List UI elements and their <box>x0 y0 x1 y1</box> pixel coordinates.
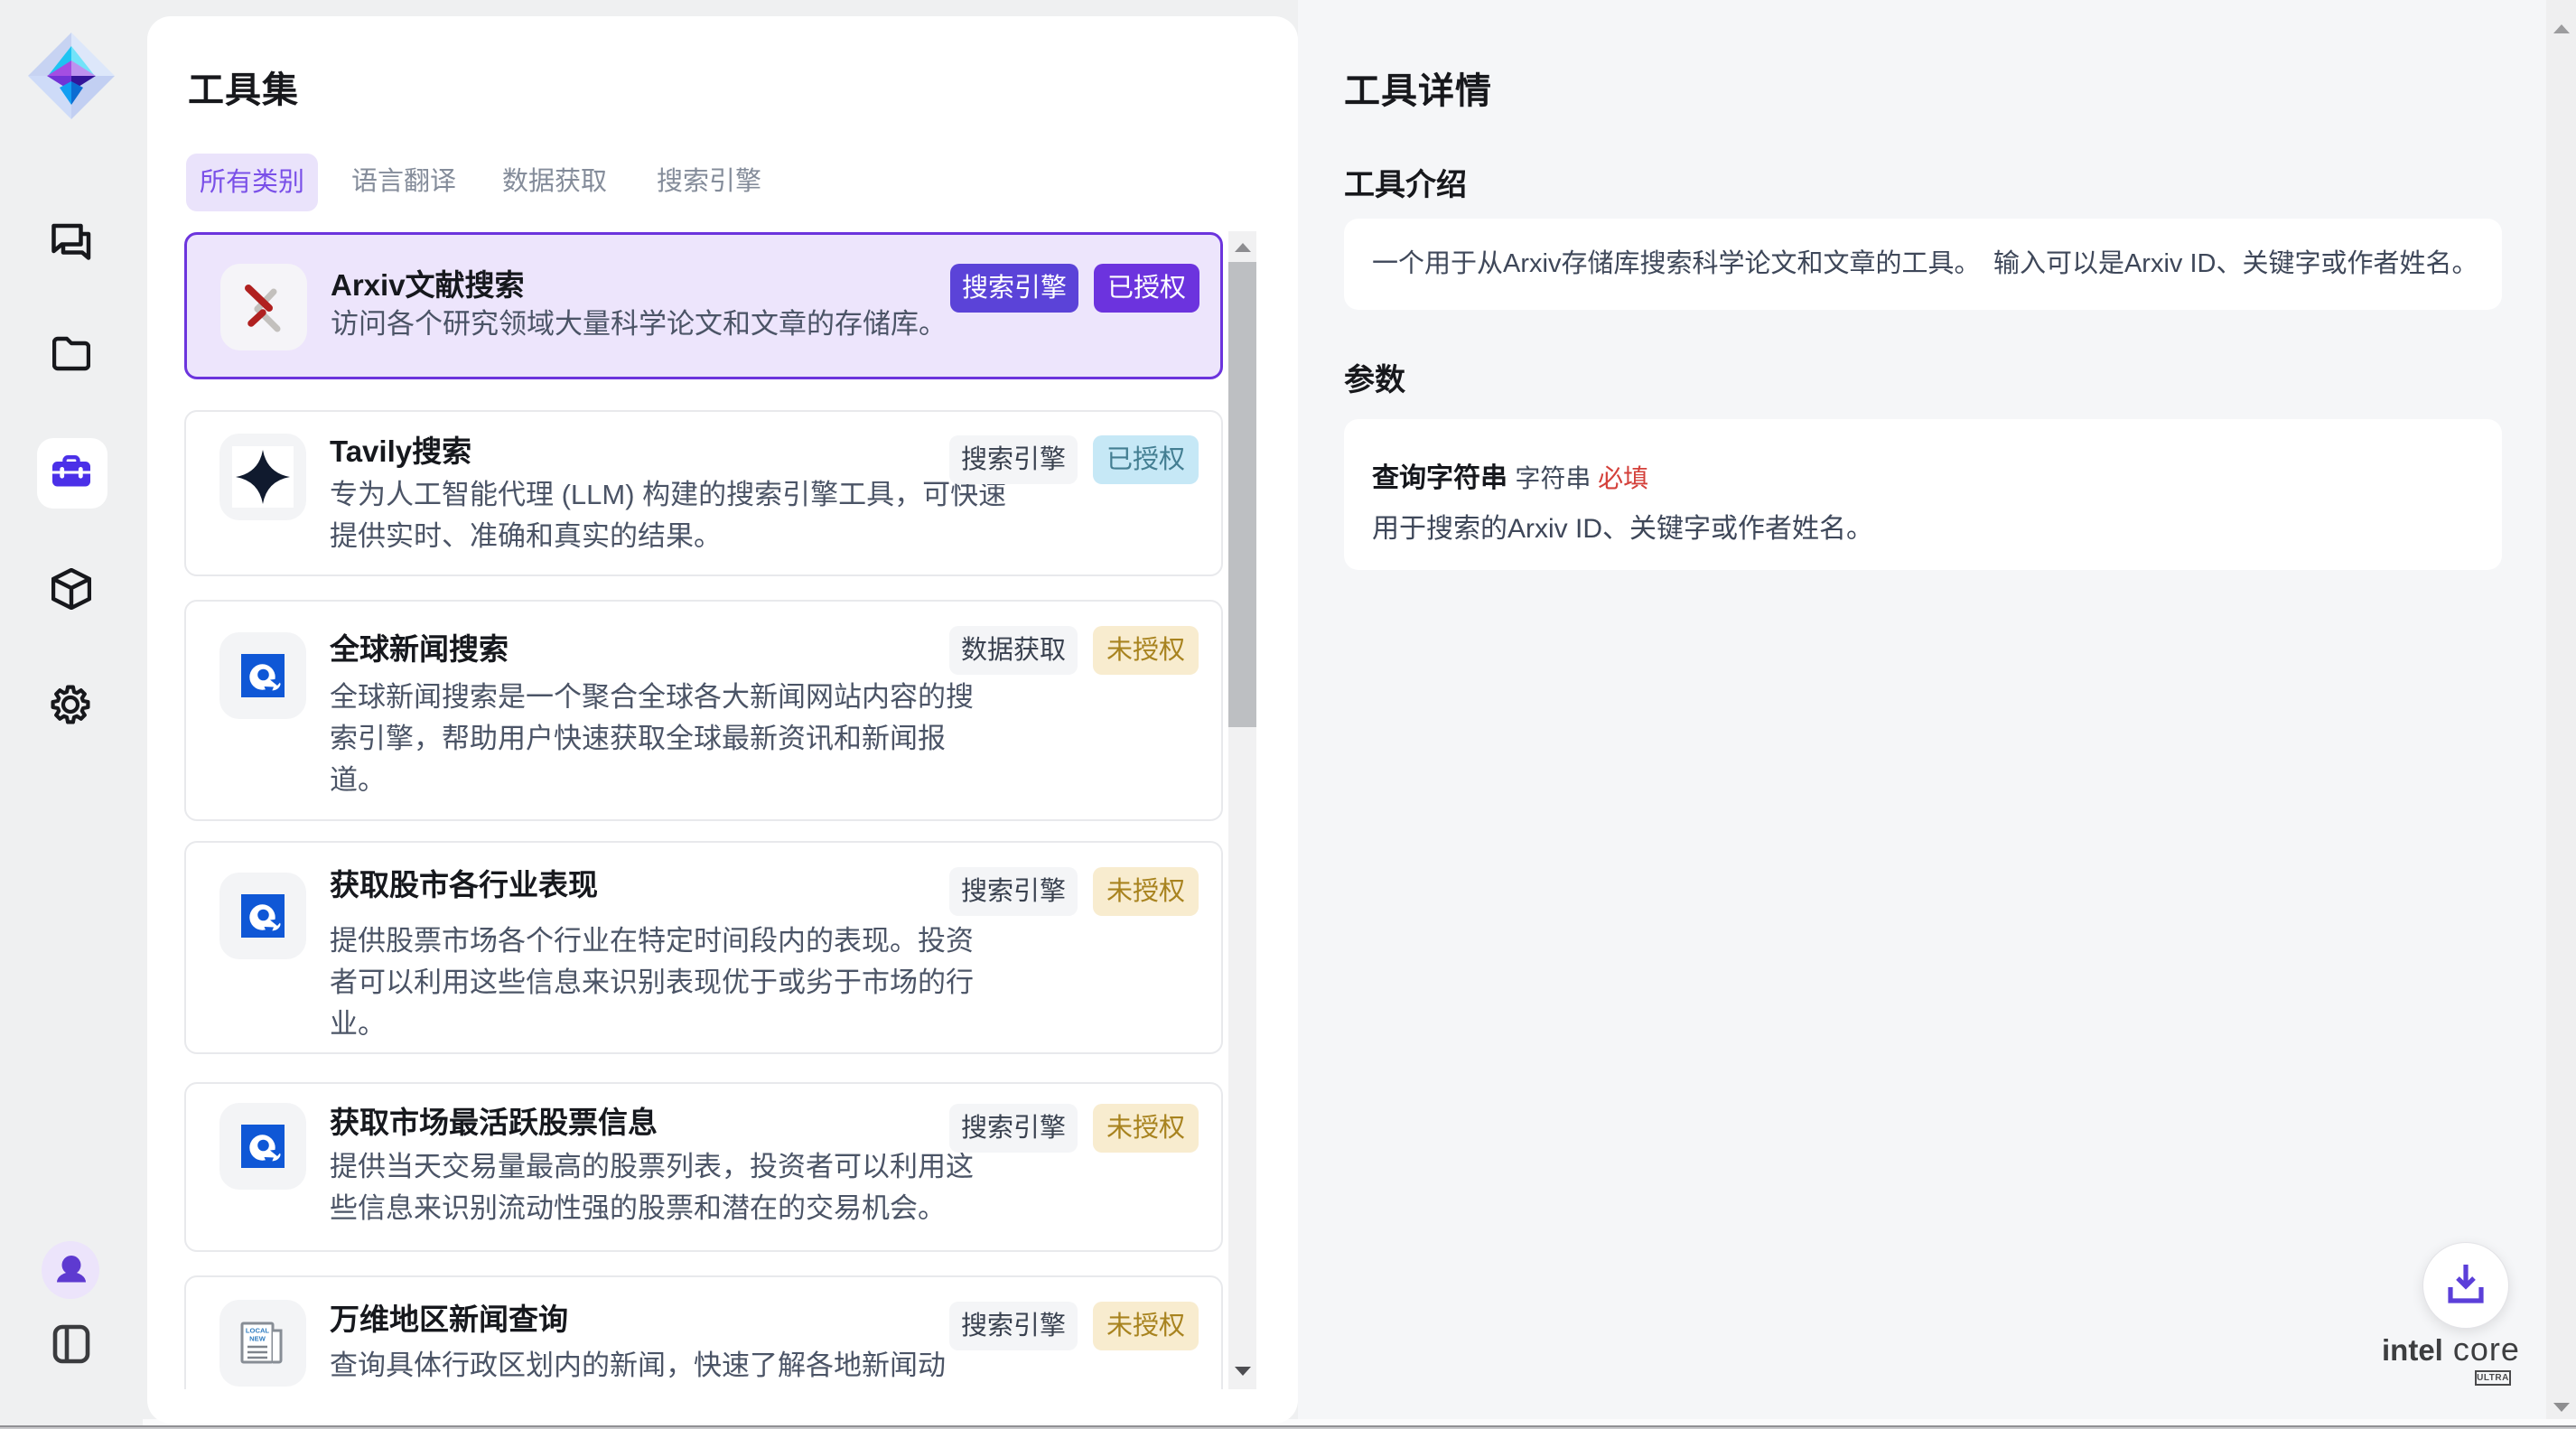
svg-text:NEW: NEW <box>249 1335 266 1343</box>
svg-text:LOCAL: LOCAL <box>246 1327 270 1335</box>
